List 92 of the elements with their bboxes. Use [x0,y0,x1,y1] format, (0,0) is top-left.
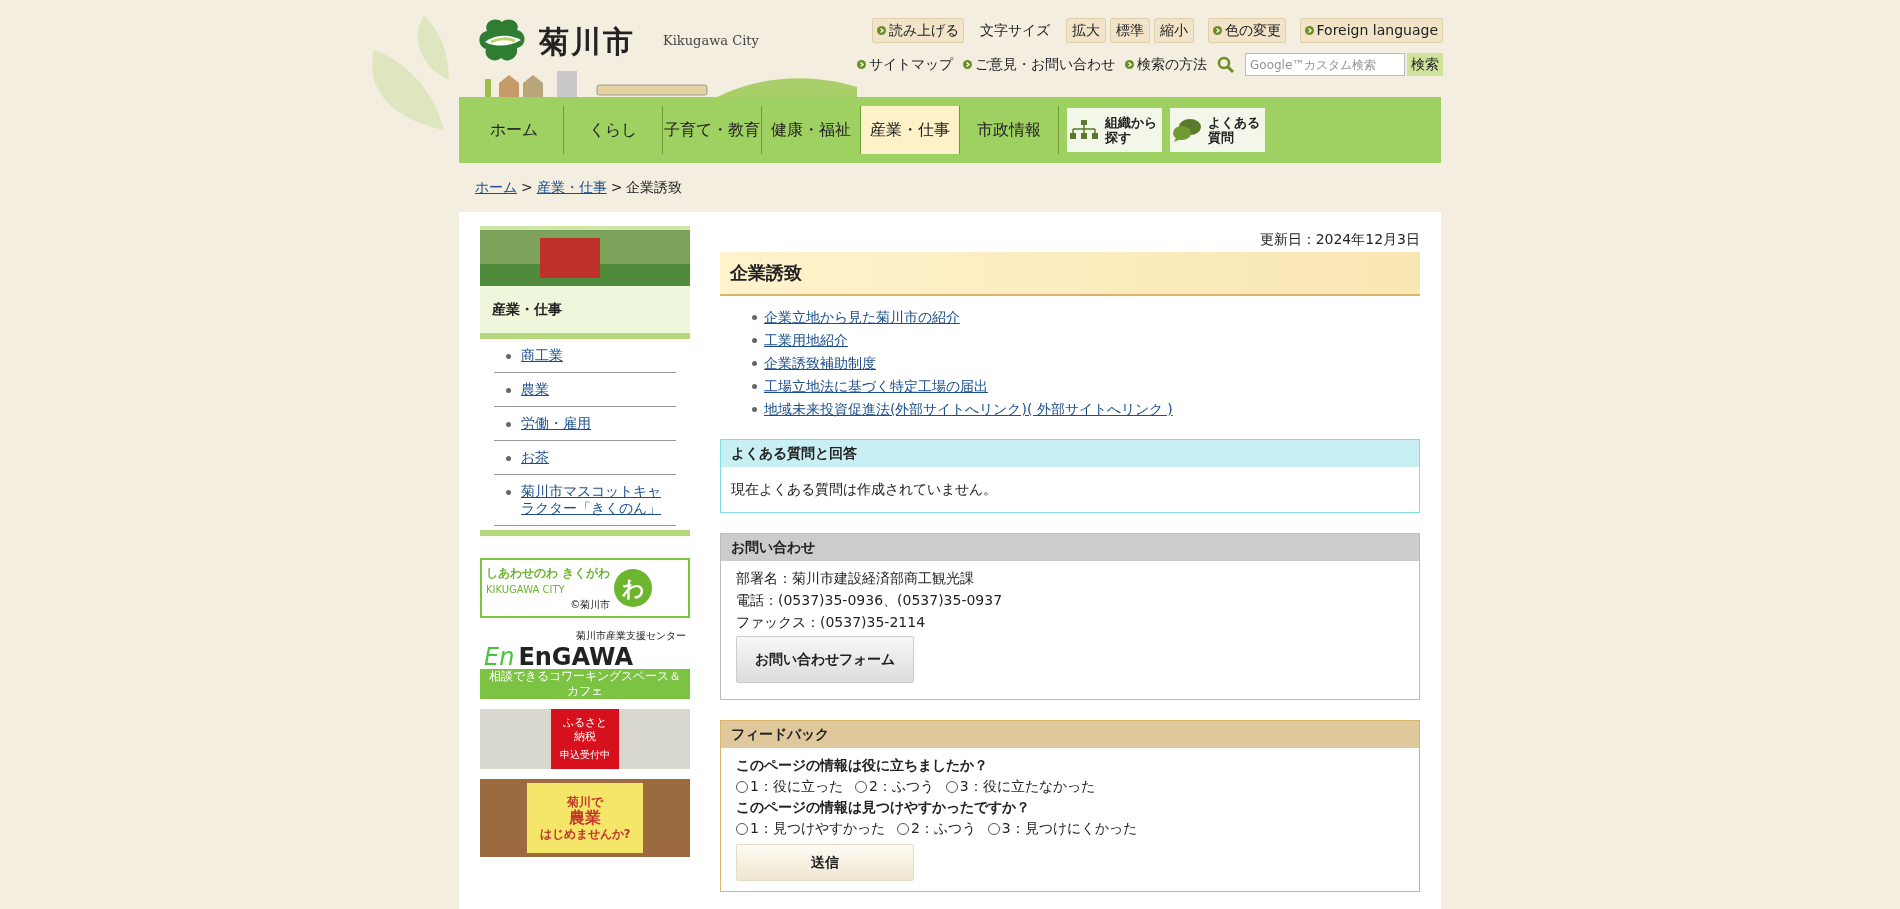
bullet-icon [506,490,511,495]
content-link[interactable]: 工業用地紹介 [764,331,848,350]
mascot-badge: わ [614,569,653,607]
engawa-banner[interactable]: 菊川市産業支援センター En EnGAWA 相談できるコワーキングスペース＆カフェ [480,628,690,699]
breadcrumb-current: 企業誘致 [626,178,683,197]
faq-message: 現在よくある質問は作成されていません。 [730,480,998,499]
radio-option[interactable]: 3：見つけにくかった [987,819,1137,838]
banner-text: En [484,645,515,669]
nav-tab[interactable]: 産業・仕事 [861,106,959,154]
header-button[interactable]: 色の変更 [1207,18,1286,43]
bullet-icon [506,388,511,393]
sidebar-link[interactable]: 労働・雇用 [521,415,591,432]
font-size-button[interactable]: 標準 [1109,18,1150,43]
bullet-icon [506,354,511,359]
content-link[interactable]: 企業立地から見た菊川市の紹介 [764,308,960,327]
farming-banner[interactable]: 菊川で 農業 はじめませんか? [480,779,690,857]
arrow-bullet-icon [1304,26,1314,35]
banner-text: ©菊川市 [570,598,611,612]
header-link[interactable]: ご意見・お問い合わせ [963,54,1115,75]
arrow-bullet-icon [857,60,866,69]
submit-button[interactable]: 送信 [736,844,914,881]
contact-info: 部署名：菊川市建設経済部商工観光課 [736,569,975,588]
breadcrumb-separator: > [610,178,623,197]
font-size-button[interactable]: 縮小 [1153,18,1194,43]
sidebar-link[interactable]: 菊川市マスコットキャラクター「きくのん」 [521,483,672,517]
breadcrumb-link[interactable]: ホーム [475,177,517,198]
contact-info: ファックス：(0537)35-2114 [736,613,927,632]
arrow-bullet-icon [876,26,886,35]
banner-text: 菊川で [567,794,603,809]
banner-text: しあわせのわ きくがわ [486,565,611,582]
banner-text: 農業 [569,810,601,826]
sidebar-heading: 産業・仕事 [480,286,690,339]
faq-heading: よくある質問と回答 [721,440,1419,467]
nav-button[interactable]: よくある質問 [1170,108,1265,152]
search-icon [1217,55,1235,74]
sidebar-link[interactable]: 農業 [521,381,549,398]
search-button[interactable]: 検索 [1407,53,1443,76]
radio-option[interactable]: 2：ふつう [896,819,976,838]
contact-form-button[interactable]: お問い合わせフォーム [736,636,914,683]
font-size-button[interactable]: 拡大 [1065,18,1106,43]
banner-text: 相談できるコワーキングスペース＆カフェ [480,669,690,699]
banner-text: KIKUGAWA CITY [486,583,566,597]
contact-info: 電話：(0537)35-0936、(0537)35-0937 [736,591,1004,610]
content-link[interactable]: 地域未来投資促進法(外部サイトへリンク)( 外部サイトへリンク ) [764,400,1173,419]
speech-bubbles-icon [1172,118,1203,142]
banner-text: ふるさと納税 [563,716,607,744]
content-link[interactable]: 工場立地法に基づく特定工場の届出 [764,377,988,396]
banner-text: 菊川市産業支援センター [575,629,687,643]
bullet-icon [752,315,757,320]
content-link[interactable]: 企業誘致補助制度 [764,354,876,373]
banner-text: EnGAWA [518,645,634,669]
feedback-question: このページの情報は役に立ちましたか？ [736,756,989,775]
sidebar-link[interactable]: お茶 [521,449,549,466]
org-chart-icon [1069,119,1100,141]
arrow-bullet-icon [1212,26,1222,35]
bullet-icon [506,422,511,427]
breadcrumb-link[interactable]: 産業・仕事 [536,177,607,198]
feedback-question: このページの情報は見つけやすかったですか？ [736,798,1031,817]
bullet-icon [506,456,511,461]
radio-option[interactable]: 2：ふつう [854,777,934,796]
nav-tab[interactable]: 市政情報 [960,106,1058,154]
breadcrumb-separator: > [521,178,533,197]
radio-option[interactable]: 1：見つけやすかった [736,819,885,838]
bullet-icon [752,361,757,366]
bullet-icon [752,407,757,412]
bullet-icon [752,384,757,389]
updated-date: 更新日：2024年12月3日 [1258,230,1420,249]
header-button[interactable]: Foreign language [1299,18,1443,43]
header-button[interactable]: 読み上げる [871,18,964,43]
radio-option[interactable]: 3：役に立たなかった [945,777,1095,796]
nav-tab[interactable]: ホーム [465,106,563,154]
site-name-english: Kikugawa City [663,32,759,51]
banner-text: はじめませんか? [539,826,631,842]
header-link[interactable]: サイトマップ [857,54,953,75]
hometown-tax-banner[interactable]: ふるさと納税 申込受付中 [480,709,690,769]
arrow-bullet-icon [1125,60,1134,69]
font-size-label: 文字サイズ [979,21,1050,40]
banner-text: 申込受付中 [560,748,610,762]
site-logo-text[interactable]: 菊川市 [539,18,635,64]
nav-tab[interactable]: 子育て・教育 [663,106,761,154]
feedback-heading: フィードバック [721,721,1419,748]
nav-tab[interactable]: 健康・福祉 [762,106,860,154]
contact-heading: お問い合わせ [721,534,1419,561]
nav-tab[interactable]: くらし [564,106,662,154]
search-field[interactable]: Google™カスタム検索 [1245,53,1405,76]
nav-button[interactable]: 組織から探す [1067,108,1162,152]
sidebar-link[interactable]: 商工業 [521,347,563,364]
bullet-icon [752,338,757,343]
page-title: 企業誘致 [720,252,1420,296]
arrow-bullet-icon [963,60,972,69]
radio-option[interactable]: 1：役に立った [736,777,843,796]
header-link[interactable]: 検索の方法 [1125,54,1207,75]
